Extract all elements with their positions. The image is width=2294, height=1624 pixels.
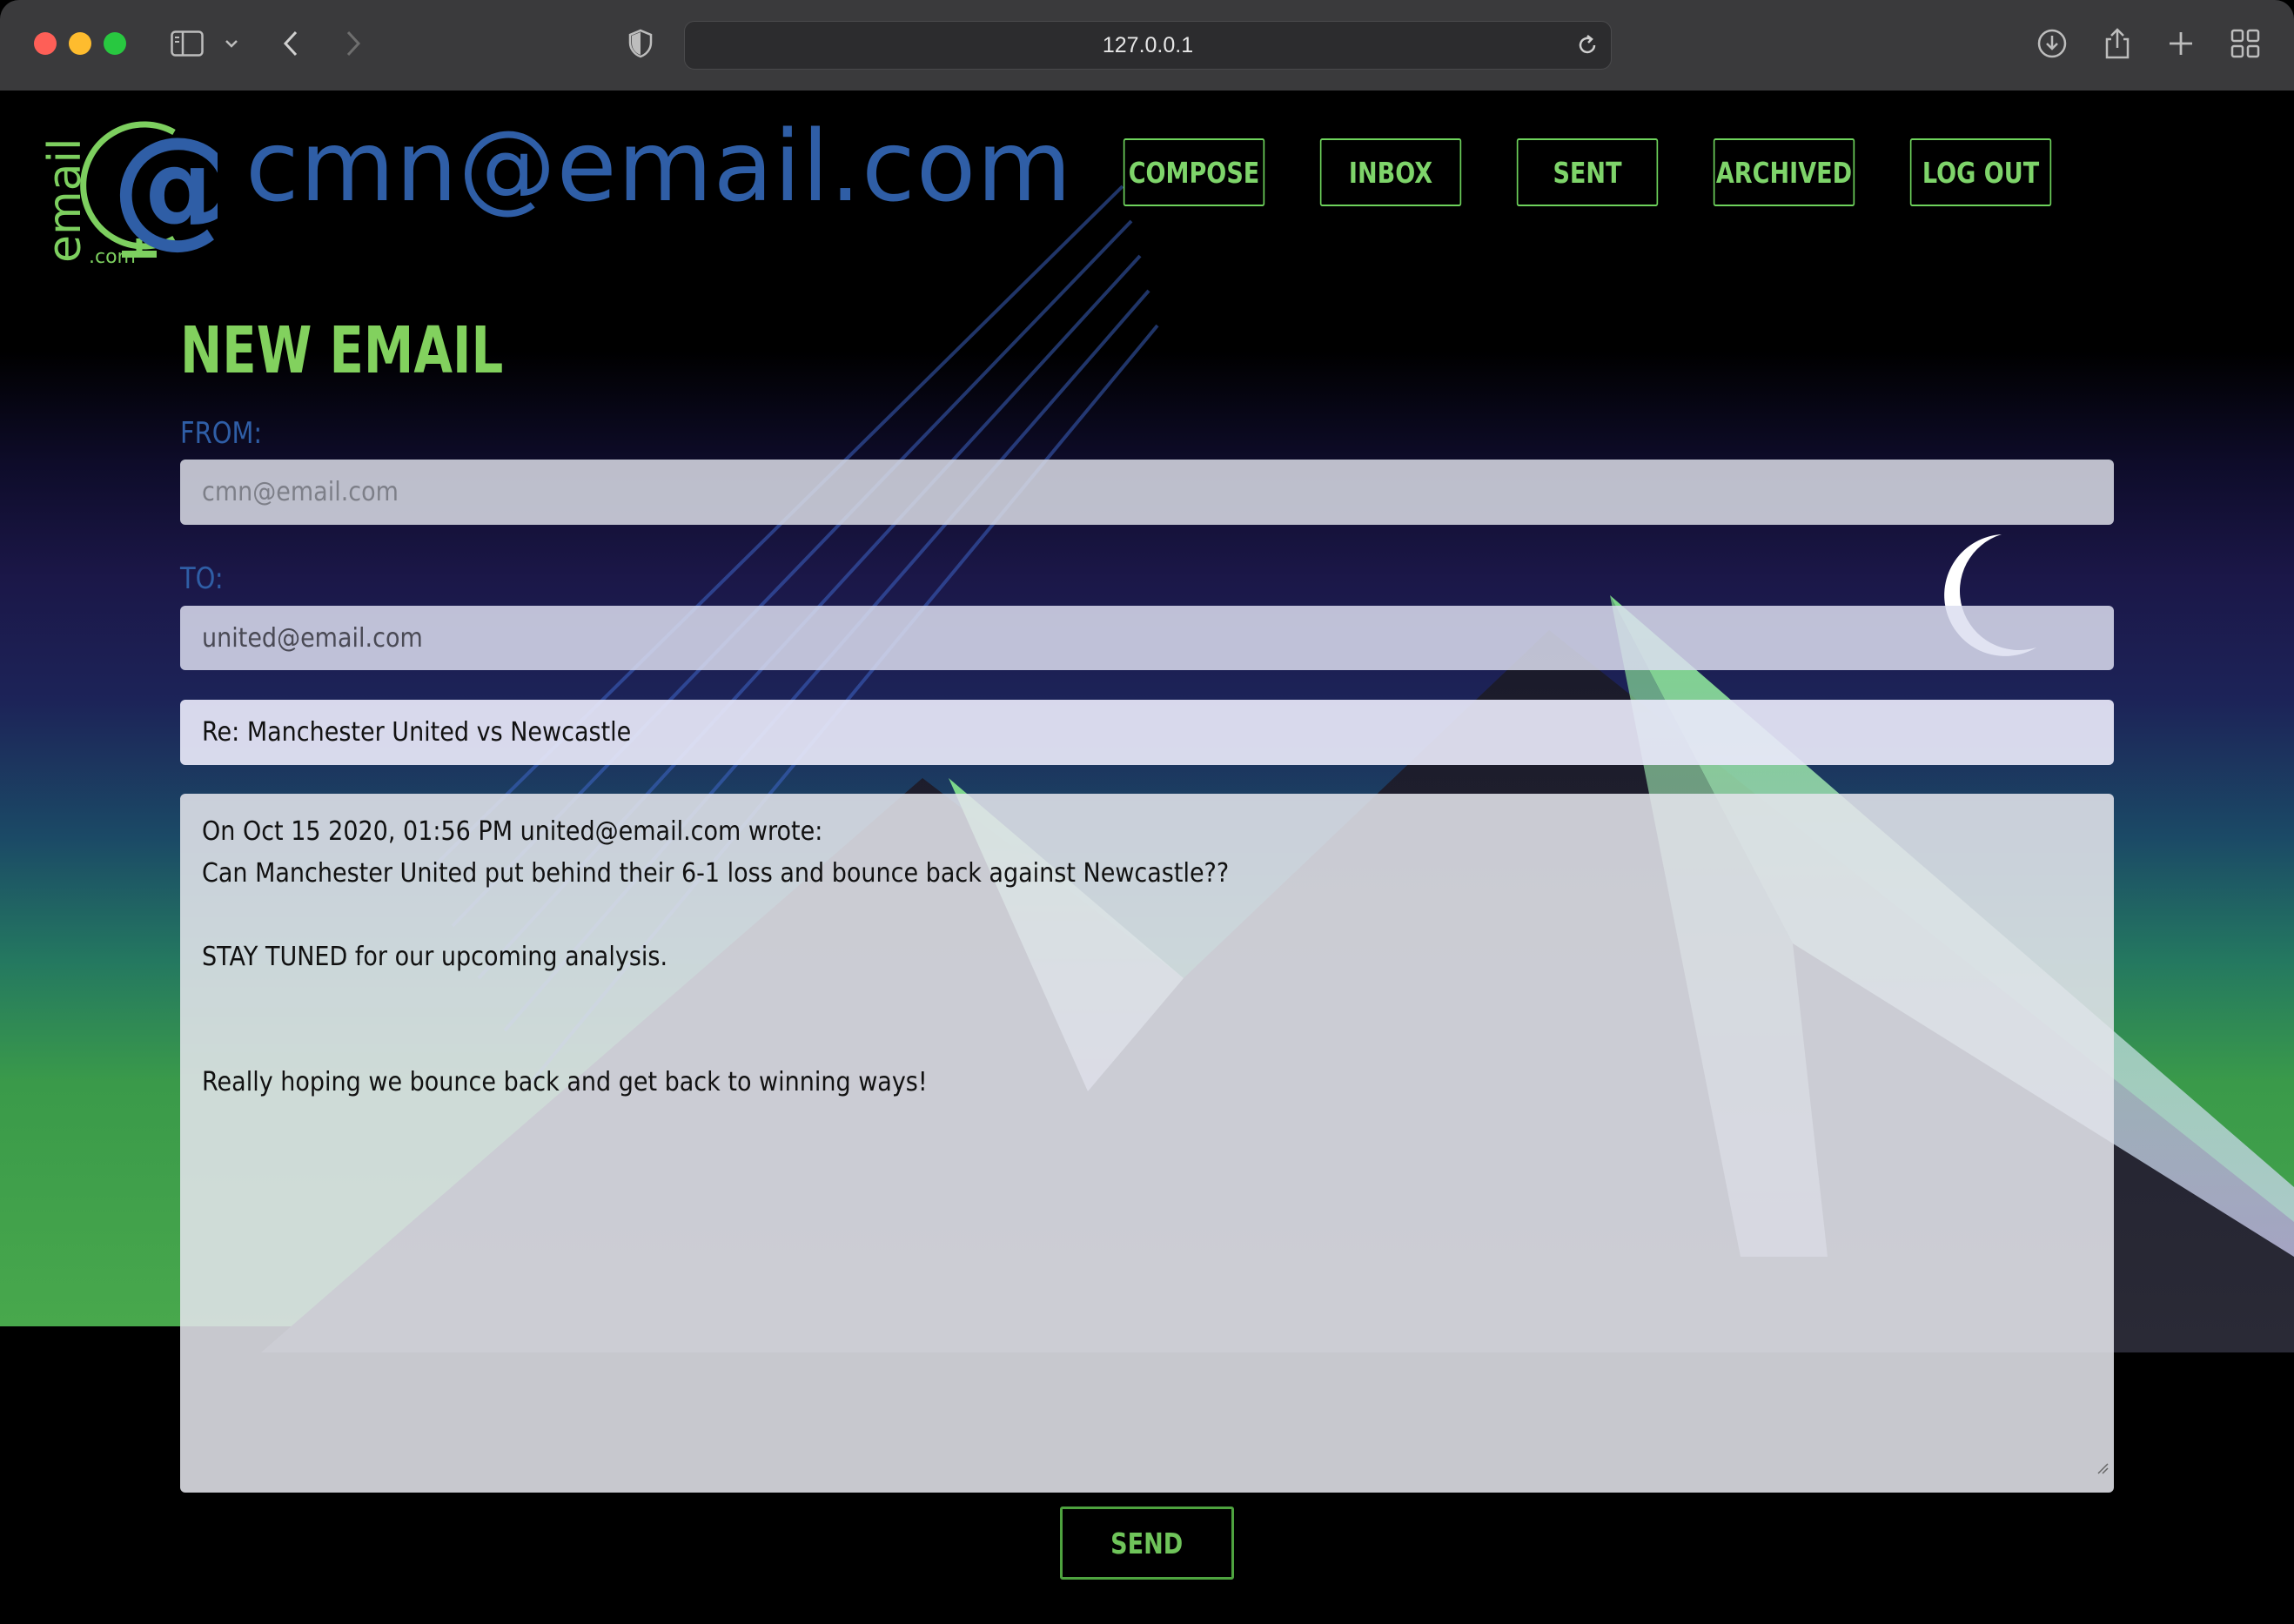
- body-line: Can Manchester United put behind their 6…: [202, 858, 1230, 889]
- download-icon[interactable]: [2036, 26, 2068, 61]
- browser-window: 127.0.0.1 email .com cmn@email.com COMPO…: [0, 0, 2294, 1624]
- share-icon[interactable]: [2103, 26, 2132, 61]
- main-nav: COMPOSE INBOX SENT ARCHIVED LOG OUT: [1108, 138, 2067, 206]
- to-value: united@email.com: [202, 622, 423, 654]
- body-line: STAY TUNED for our upcoming analysis.: [202, 942, 668, 972]
- window-close-button[interactable]: [34, 32, 57, 55]
- from-label: FROM:: [180, 416, 263, 451]
- send-button[interactable]: SEND: [1060, 1507, 1234, 1580]
- from-field: cmn@email.com: [180, 460, 2114, 525]
- body-line: [202, 1020, 1903, 1062]
- body-line: [202, 978, 1903, 1020]
- body-textarea[interactable]: On Oct 15 2020, 01:56 PM united@email.co…: [180, 794, 2114, 1493]
- resize-grip-icon[interactable]: [2095, 1446, 2109, 1487]
- to-field[interactable]: united@email.com: [180, 606, 2114, 670]
- chevron-down-icon[interactable]: [224, 26, 239, 61]
- body-line: [202, 895, 1903, 936]
- site-user-email: cmn@email.com: [245, 111, 1073, 224]
- nav-archived-button[interactable]: ARCHIVED: [1713, 138, 1855, 206]
- address-bar[interactable]: 127.0.0.1: [684, 21, 1612, 70]
- to-label: TO:: [180, 561, 224, 596]
- window-minimize-button[interactable]: [69, 32, 91, 55]
- subject-value: Re: Manchester United vs Newcastle: [202, 717, 632, 748]
- web-page: email .com @ cmn@email.com COMPOSE INBOX…: [0, 91, 2294, 1624]
- nav-sent-button[interactable]: SENT: [1516, 138, 1659, 206]
- browser-toolbar: 127.0.0.1: [0, 0, 2294, 91]
- forward-arrow-icon[interactable]: [343, 26, 364, 61]
- body-line: Really hoping we bounce back and get bac…: [202, 1067, 928, 1097]
- new-tab-plus-icon[interactable]: [2167, 26, 2195, 61]
- nav-inbox-button[interactable]: INBOX: [1319, 138, 1462, 206]
- back-arrow-icon[interactable]: [280, 26, 301, 61]
- url-text: 127.0.0.1: [1102, 32, 1194, 57]
- nav-compose-button[interactable]: COMPOSE: [1123, 138, 1265, 206]
- reload-icon[interactable]: [1576, 33, 1599, 64]
- site-logo: email .com @: [39, 110, 218, 265]
- subject-field[interactable]: Re: Manchester United vs Newcastle: [180, 700, 2114, 765]
- from-value: cmn@email.com: [202, 477, 399, 507]
- page-title: NEW EMAIL: [180, 313, 504, 388]
- body-line: On Oct 15 2020, 01:56 PM united@email.co…: [202, 816, 823, 847]
- nav-logout-button[interactable]: LOG OUT: [1909, 138, 2052, 206]
- tab-overview-icon[interactable]: [2230, 26, 2260, 61]
- window-maximize-button[interactable]: [104, 32, 126, 55]
- privacy-shield-icon[interactable]: [627, 26, 654, 61]
- svg-text:@: @: [111, 110, 218, 261]
- sidebar-toggle-icon[interactable]: [171, 26, 204, 61]
